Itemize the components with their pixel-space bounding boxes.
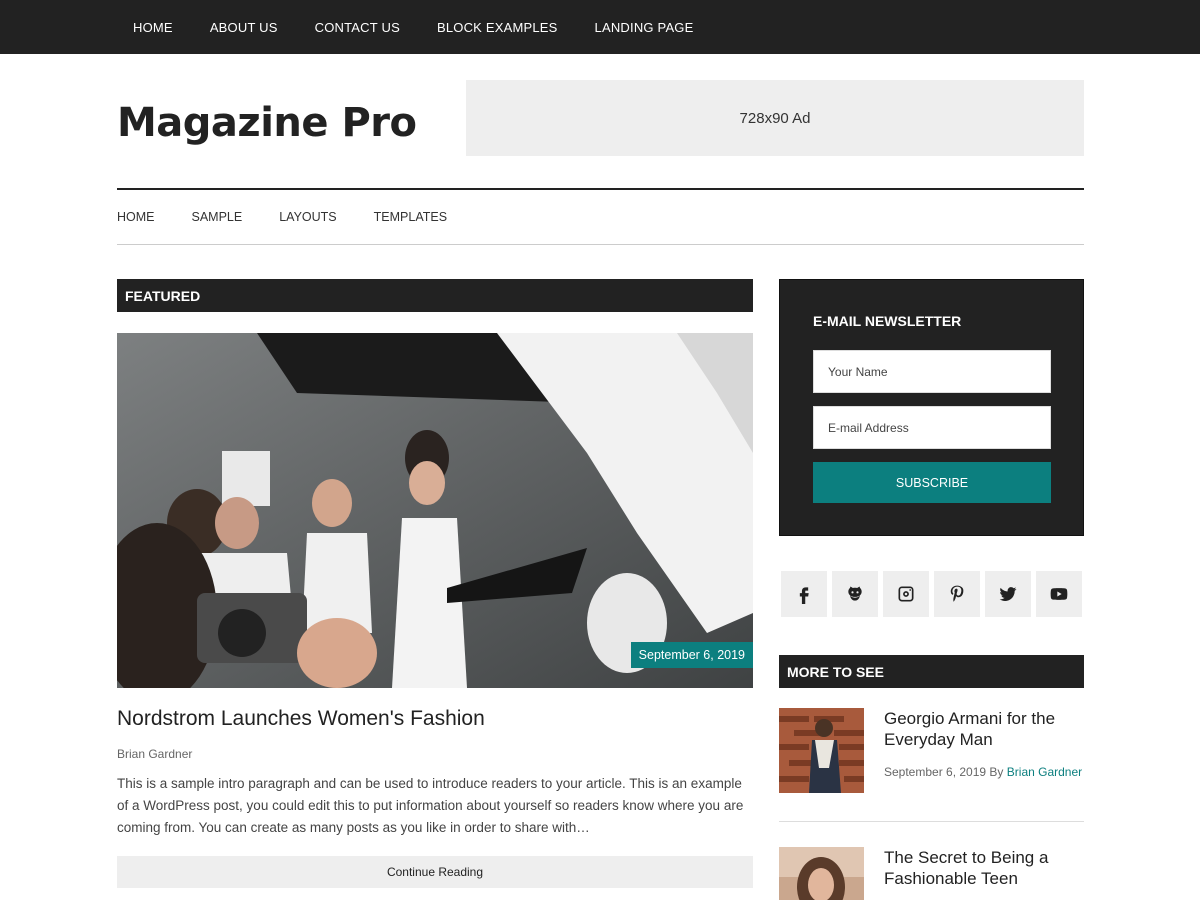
more-item-title[interactable]: Georgio Armani for the Everyday Man bbox=[884, 708, 1084, 750]
newsletter-name-input[interactable] bbox=[813, 350, 1051, 393]
more-to-see-title: MORE TO SEE bbox=[787, 663, 884, 680]
top-nav-list: HOME ABOUT US CONTACT US BLOCK EXAMPLES … bbox=[133, 0, 731, 54]
continue-reading-button[interactable]: Continue Reading bbox=[117, 856, 753, 888]
featured-post-author[interactable]: Brian Gardner bbox=[117, 747, 192, 761]
site-title[interactable]: Magazine Pro bbox=[117, 100, 417, 146]
man-photo bbox=[779, 708, 864, 793]
top-nav-contact-us[interactable]: CONTACT US bbox=[315, 20, 400, 35]
woman-photo bbox=[779, 847, 864, 900]
more-item-thumbnail[interactable] bbox=[779, 708, 864, 793]
more-to-see-divider bbox=[779, 821, 1084, 822]
pinterest-icon bbox=[950, 585, 964, 602]
featured-post-title[interactable]: Nordstrom Launches Women's Fashion bbox=[117, 707, 485, 731]
facebook-icon bbox=[799, 587, 809, 604]
more-to-see-item: The Secret to Being a Fashionable Teen bbox=[779, 847, 1084, 900]
subscribe-button[interactable]: SUBSCRIBE bbox=[813, 462, 1051, 503]
sub-nav-templates[interactable]: TEMPLATES bbox=[374, 210, 447, 224]
youtube-icon bbox=[1050, 588, 1068, 600]
sub-nav-sample[interactable]: SAMPLE bbox=[192, 210, 243, 224]
github-icon bbox=[848, 586, 862, 601]
more-item-by-label: By bbox=[989, 765, 1004, 779]
featured-post-excerpt: This is a sample intro paragraph and can… bbox=[117, 776, 744, 835]
ad-banner[interactable]: 728x90 Ad bbox=[466, 80, 1084, 156]
featured-image[interactable]: September 6, 2019 bbox=[117, 333, 753, 688]
featured-date-badge: September 6, 2019 bbox=[630, 642, 753, 668]
newsletter-email-input[interactable] bbox=[813, 406, 1051, 449]
featured-section-title: FEATURED bbox=[125, 287, 201, 304]
instagram-link[interactable] bbox=[883, 571, 929, 617]
ad-banner-label: 728x90 Ad bbox=[739, 109, 811, 127]
pinterest-link[interactable] bbox=[934, 571, 980, 617]
top-nav-block-examples[interactable]: BLOCK EXAMPLES bbox=[437, 20, 558, 35]
more-item-title[interactable]: The Secret to Being a Fashionable Teen bbox=[884, 847, 1084, 889]
more-item-author[interactable]: Brian Gardner bbox=[1007, 765, 1082, 779]
sub-nav-home[interactable]: HOME bbox=[117, 210, 155, 224]
facebook-link[interactable] bbox=[781, 571, 827, 617]
instagram-icon bbox=[898, 586, 914, 602]
nav-bottom-rule bbox=[117, 244, 1084, 245]
secondary-navigation: HOME SAMPLE LAYOUTS TEMPLATES bbox=[117, 190, 484, 244]
more-to-see-item: Georgio Armani for the Everyday Man Sept… bbox=[779, 708, 1084, 808]
more-item-date: September 6, 2019 bbox=[884, 765, 987, 779]
top-navigation: HOME ABOUT US CONTACT US BLOCK EXAMPLES … bbox=[0, 0, 1200, 54]
social-icons bbox=[781, 571, 1087, 617]
twitter-icon bbox=[999, 587, 1017, 601]
twitter-link[interactable] bbox=[985, 571, 1031, 617]
top-nav-about-us[interactable]: ABOUT US bbox=[210, 20, 278, 35]
sub-nav-layouts[interactable]: LAYOUTS bbox=[279, 210, 336, 224]
youtube-link[interactable] bbox=[1036, 571, 1082, 617]
top-nav-landing-page[interactable]: LANDING PAGE bbox=[595, 20, 694, 35]
more-to-see-header: MORE TO SEE bbox=[779, 655, 1084, 688]
top-nav-home[interactable]: HOME bbox=[133, 20, 173, 35]
newsletter-widget: E-MAIL NEWSLETTER SUBSCRIBE bbox=[779, 279, 1084, 536]
featured-section-header: FEATURED bbox=[117, 279, 753, 312]
more-item-thumbnail[interactable] bbox=[779, 847, 864, 900]
featured-photo bbox=[117, 333, 753, 688]
github-link[interactable] bbox=[832, 571, 878, 617]
newsletter-title: E-MAIL NEWSLETTER bbox=[813, 313, 962, 329]
more-item-meta: September 6, 2019 By Brian Gardner bbox=[884, 765, 1082, 779]
